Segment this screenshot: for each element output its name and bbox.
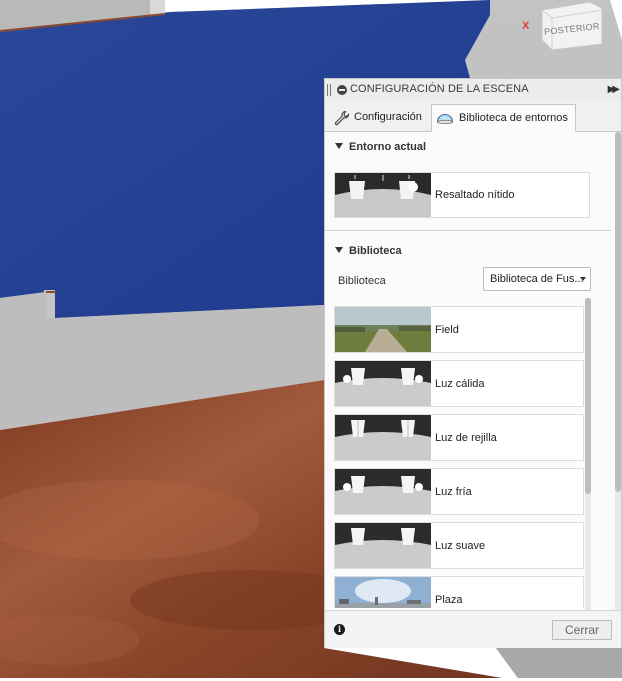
collapse-icon[interactable] — [337, 85, 347, 95]
tab-configuracion-label: Configuración — [354, 111, 422, 123]
library-select-label: Biblioteca — [338, 275, 386, 287]
current-environment-heading-text: Entorno actual — [349, 141, 427, 153]
collapse-triangle-icon — [335, 247, 343, 253]
panel-title: CONFIGURACIÓN DE LA ESCENA — [350, 83, 529, 95]
studio-thumbnail-icon — [335, 523, 431, 568]
list-item-plaza[interactable]: Plaza — [334, 576, 584, 608]
panel-footer: i Cerrar — [325, 610, 621, 648]
list-item-luz-de-rejilla[interactable]: Luz de rejilla — [334, 414, 584, 461]
tab-configuracion[interactable]: Configuración — [330, 104, 428, 131]
chevron-down-icon — [580, 277, 586, 281]
dome-icon — [436, 111, 454, 128]
close-button[interactable]: Cerrar — [552, 620, 612, 640]
info-icon[interactable]: i — [334, 624, 345, 635]
drag-grip-icon[interactable] — [327, 84, 331, 96]
wrench-icon — [334, 110, 350, 129]
expand-arrows-icon[interactable]: ▶▶ — [608, 84, 621, 95]
list-scrollbar-thumb[interactable] — [585, 298, 591, 494]
library-heading[interactable]: Biblioteca — [335, 245, 402, 257]
plaza-thumbnail-icon — [335, 577, 431, 608]
current-environment-card[interactable]: Resaltado nítido — [334, 172, 590, 218]
field-thumbnail-icon — [335, 307, 431, 352]
list-item-label: Luz de rejilla — [435, 432, 497, 444]
panel-content: Entorno actual Resaltado nítido Bibliote… — [325, 132, 621, 610]
library-select-value: Biblioteca de Fus... — [490, 273, 584, 285]
list-item-luz-suave[interactable]: Luz suave — [334, 522, 584, 569]
tab-biblioteca-de-entornos[interactable]: Biblioteca de entornos — [431, 104, 576, 132]
studio-thumbnail-icon — [335, 361, 431, 406]
environment-list: Field Luz cálida Luz de rejilla Luz fría… — [334, 306, 584, 608]
list-item-label: Luz fría — [435, 486, 472, 498]
panel-scrollbar-thumb[interactable] — [615, 132, 621, 492]
list-item-luz-calida[interactable]: Luz cálida — [334, 360, 584, 407]
list-item-label: Luz suave — [435, 540, 486, 552]
panel-titlebar[interactable]: CONFIGURACIÓN DE LA ESCENA ▶▶ — [325, 79, 621, 102]
collapse-triangle-icon — [335, 143, 343, 149]
tab-biblioteca-label: Biblioteca de entornos — [459, 112, 568, 124]
panel-tabs: Configuración Biblioteca de entornos — [325, 101, 621, 132]
section-divider — [325, 230, 611, 231]
list-item-label: Plaza — [435, 594, 463, 606]
list-item-label: Field — [435, 324, 459, 336]
list-item-luz-fria[interactable]: Luz fría — [334, 468, 584, 515]
x-axis-label: X — [522, 20, 530, 32]
studio-thumbnail-icon — [335, 173, 431, 217]
scene-settings-panel: CONFIGURACIÓN DE LA ESCENA ▶▶ Configurac… — [324, 78, 622, 648]
studio-thumbnail-icon — [335, 415, 431, 460]
library-select[interactable]: Biblioteca de Fus... — [483, 267, 591, 291]
library-heading-text: Biblioteca — [349, 245, 402, 257]
list-item-label: Luz cálida — [435, 378, 485, 390]
current-environment-heading[interactable]: Entorno actual — [335, 141, 426, 153]
current-environment-name: Resaltado nítido — [435, 189, 515, 201]
list-item-field[interactable]: Field — [334, 306, 584, 353]
studio-thumbnail-icon — [335, 469, 431, 514]
